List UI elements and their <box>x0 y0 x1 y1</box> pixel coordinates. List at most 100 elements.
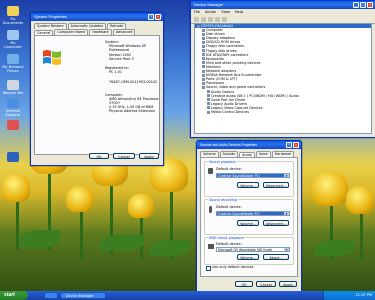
taskbar-item[interactable] <box>44 292 58 299</box>
playback-label: Default device: <box>216 167 242 171</box>
help-icon[interactable] <box>215 17 220 22</box>
audio-panel: Sound playback Default device: Creative … <box>200 157 298 277</box>
recycle-bin-icon <box>7 80 19 90</box>
network-icon <box>7 54 19 64</box>
tree-item-label: Media Control Devices <box>211 109 249 114</box>
title-bar[interactable]: System Properties ? × <box>31 13 163 21</box>
desktop-icon-my-documents[interactable]: My Documents <box>1 6 25 25</box>
desktop-icon-my-computer[interactable]: My Computer <box>1 30 25 49</box>
product-id: 76487-OEM-0011903-00102 <box>109 80 158 85</box>
desktop-icon-label: Internet Explorer <box>5 109 21 117</box>
window-title: Device Manager <box>194 2 224 7</box>
desktop-icon-app[interactable] <box>1 120 25 131</box>
minimize-button[interactable]: _ <box>353 2 359 8</box>
clock[interactable]: 12:19 PM <box>355 293 372 297</box>
scan-hardware-icon[interactable] <box>222 17 227 22</box>
recording-advanced-button[interactable]: Advanced... <box>263 220 289 226</box>
desktop-icon-app[interactable] <box>1 152 25 163</box>
recording-volume-button[interactable]: Volume... <box>237 220 259 226</box>
about-button[interactable]: About... <box>263 254 289 260</box>
menu-file[interactable]: File <box>194 10 200 15</box>
system-properties-window: System Properties ? × System Restore Aut… <box>30 12 164 166</box>
menu-view[interactable]: View <box>221 10 230 15</box>
title-bar[interactable]: Sounds and Audio Devices Properties ? × <box>197 141 301 149</box>
device-category-icon <box>207 106 210 110</box>
cancel-button[interactable]: Cancel <box>256 281 276 287</box>
device-category-icon <box>202 57 205 61</box>
device-category-icon <box>202 28 205 32</box>
desktop-icon-label: My Computer <box>4 41 22 49</box>
title-bar[interactable]: Device Manager _ □ × <box>191 1 375 9</box>
playback-device-select[interactable]: Creative SoundBlaster PCI <box>216 173 290 178</box>
device-category-icon <box>207 98 210 102</box>
device-category-icon <box>202 32 205 36</box>
tab-row: Volume Sounds Audio Voice Hardware <box>197 149 301 158</box>
device-category-icon <box>202 77 205 81</box>
device-category-icon <box>197 24 200 28</box>
device-category-icon <box>202 53 205 57</box>
maximize-button[interactable]: □ <box>360 2 366 8</box>
ok-button[interactable]: OK <box>235 281 253 287</box>
device-category-icon <box>202 81 205 85</box>
checkbox-label: Use only default devices <box>212 265 254 269</box>
properties-icon[interactable] <box>208 17 213 22</box>
close-button[interactable]: × <box>293 142 299 148</box>
close-button[interactable]: × <box>155 14 161 20</box>
playback-advanced-button[interactable]: Advanced... <box>263 182 289 188</box>
desktop: My Documents My Computer My Network Plac… <box>0 0 375 300</box>
tree-item[interactable]: Media Control Devices <box>195 110 371 114</box>
device-category-icon <box>202 69 205 73</box>
internet-explorer-icon <box>7 98 19 108</box>
device-category-icon <box>207 102 210 106</box>
help-button[interactable]: ? <box>286 142 292 148</box>
device-category-icon <box>202 36 205 40</box>
midi-device-select[interactable]: Microsoft GS Wavetable SW Synth <box>216 247 290 252</box>
start-button[interactable]: start <box>0 291 28 300</box>
desktop-icon-network-places[interactable]: My Network Places <box>1 54 25 73</box>
apply-button[interactable]: Apply <box>139 153 159 159</box>
window-title: System Properties <box>34 14 67 19</box>
taskbar: start Device Manager 12:19 PM <box>0 291 375 300</box>
desktop-icon-label: My Documents <box>2 17 24 25</box>
desktop-icon-internet-explorer[interactable]: Internet Explorer <box>1 98 25 117</box>
system-tray: 12:19 PM <box>323 291 375 300</box>
device-category-icon <box>202 49 205 53</box>
device-category-icon <box>202 65 205 69</box>
ok-button[interactable]: OK <box>89 153 109 159</box>
midi-icon <box>208 244 214 249</box>
general-panel: System: Microsoft Windows XP Professiona… <box>34 35 160 155</box>
group-title: Sound recording <box>208 198 238 202</box>
device-category-icon <box>202 73 205 77</box>
sound-recording-group: Sound recording Default device: Creative… <box>204 198 294 235</box>
device-tree[interactable]: CRYSTA-FB4A64AD Computer Disk drives Displa… <box>194 23 372 134</box>
device-category-icon <box>207 90 210 94</box>
use-only-default-devices-checkbox[interactable] <box>206 266 211 271</box>
computer-icon <box>7 30 19 40</box>
midi-label: Default device: <box>216 242 242 246</box>
menu-help[interactable]: Help <box>235 10 243 15</box>
folder-icon <box>7 6 19 16</box>
back-icon[interactable] <box>194 17 199 22</box>
forward-icon[interactable] <box>201 17 206 22</box>
help-button[interactable]: ? <box>148 14 154 20</box>
close-button[interactable]: × <box>367 2 373 8</box>
sounds-audio-properties-window: Sounds and Audio Devices Properties ? × … <box>196 140 302 292</box>
device-category-icon <box>202 85 205 89</box>
speaker-icon <box>208 168 213 174</box>
microphone-icon <box>209 206 212 213</box>
app-icon <box>7 120 19 130</box>
midi-volume-button[interactable]: Volume... <box>237 254 259 260</box>
cancel-button[interactable]: Cancel <box>113 153 135 159</box>
windows-logo-icon <box>41 48 63 68</box>
desktop-icon-label: My Network Places <box>2 65 24 73</box>
recording-device-select[interactable]: Creative SoundBlaster PCI <box>216 211 290 216</box>
group-title: Sound playback <box>208 160 237 164</box>
taskbar-item-device-manager[interactable]: Device Manager <box>60 292 106 299</box>
desktop-icon-recycle-bin[interactable]: Recycle Bin <box>1 80 25 95</box>
tab-row-1: System Restore Automatic Updates Remote <box>31 21 163 29</box>
apply-button[interactable]: Apply <box>279 281 297 287</box>
playback-volume-button[interactable]: Volume... <box>237 182 259 188</box>
menu-action[interactable]: Action <box>205 10 216 15</box>
device-category-icon <box>202 40 205 44</box>
window-title: Sounds and Audio Devices Properties <box>200 143 257 147</box>
